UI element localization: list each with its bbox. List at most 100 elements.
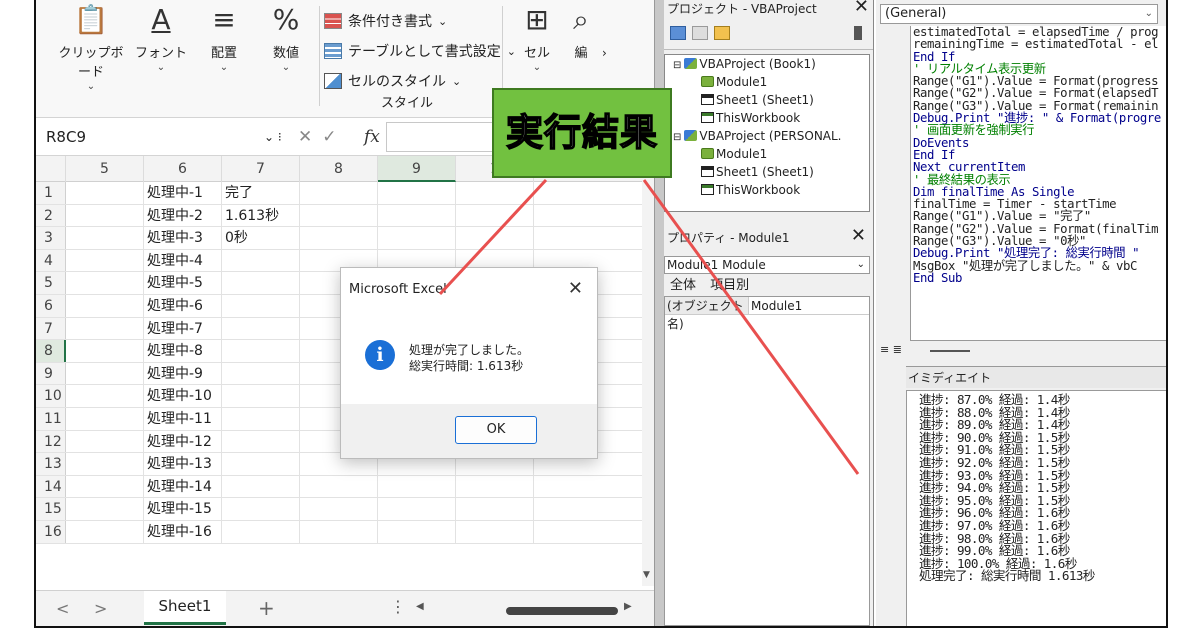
cell[interactable] xyxy=(66,475,144,498)
cell[interactable] xyxy=(66,249,144,272)
toolbar-scroll-icon[interactable] xyxy=(854,26,862,40)
cell[interactable] xyxy=(456,520,534,543)
row-header[interactable]: 6 xyxy=(36,294,66,317)
row-header[interactable]: 4 xyxy=(36,249,66,272)
cell-label[interactable]: 処理中-12 xyxy=(144,430,222,453)
view-object-icon[interactable] xyxy=(692,26,708,40)
row-header[interactable]: 2 xyxy=(36,204,66,227)
cell[interactable] xyxy=(534,498,644,520)
tree-node[interactable]: ThisWorkbook xyxy=(665,109,869,127)
object-select[interactable]: (General) ⌄ xyxy=(880,4,1158,24)
ribbon-more-icon[interactable]: › xyxy=(602,46,607,60)
immediate-window[interactable]: 進捗: 87.0% 経過: 1.4秒 進捗: 88.0% 経過: 1.4秒 進捗: … xyxy=(906,390,1166,626)
cell[interactable] xyxy=(66,340,144,362)
horizontal-scroll-thumb[interactable] xyxy=(930,350,970,352)
cell-value[interactable] xyxy=(222,453,300,475)
tab-alphabetic[interactable]: 全体 xyxy=(664,278,702,293)
cell[interactable] xyxy=(378,520,456,543)
cell[interactable] xyxy=(300,498,378,520)
cell[interactable] xyxy=(378,475,456,498)
tree-node[interactable]: ⊟ VBAProject (PERSONAL. xyxy=(665,127,869,145)
cell-value[interactable] xyxy=(222,340,300,362)
close-icon[interactable]: ✕ xyxy=(568,278,583,299)
add-sheet-button[interactable]: + xyxy=(258,596,275,620)
cell-value[interactable] xyxy=(222,249,300,272)
cell[interactable] xyxy=(456,227,534,249)
tree-node[interactable]: Module1 xyxy=(665,145,869,163)
cell[interactable] xyxy=(534,182,644,204)
row-header[interactable]: 10 xyxy=(36,385,66,407)
cell[interactable] xyxy=(300,227,378,249)
cell[interactable] xyxy=(456,204,534,227)
procedure-view-icon[interactable]: ≡ ≣ xyxy=(880,343,902,356)
cell-value[interactable] xyxy=(222,317,300,340)
cell-label[interactable]: 処理中-8 xyxy=(144,340,222,362)
row-header[interactable]: 9 xyxy=(36,362,66,385)
cell[interactable] xyxy=(534,475,644,498)
cell[interactable] xyxy=(66,385,144,407)
cell[interactable] xyxy=(66,453,144,475)
cell[interactable] xyxy=(300,204,378,227)
select-all-corner[interactable] xyxy=(36,156,66,182)
cell-value[interactable] xyxy=(222,294,300,317)
cell-value[interactable] xyxy=(222,430,300,453)
cell[interactable] xyxy=(66,182,144,204)
tree-node[interactable]: Sheet1 (Sheet1) xyxy=(665,163,869,181)
cell-value[interactable]: 1.613秒 xyxy=(222,204,300,227)
cell[interactable] xyxy=(300,520,378,543)
scroll-left-icon[interactable]: ◀ xyxy=(416,601,424,612)
function-icon[interactable]: fx xyxy=(364,124,380,150)
cell-label[interactable]: 処理中-5 xyxy=(144,272,222,294)
tab-categorized[interactable]: 項目別 xyxy=(706,278,753,293)
formula-cancel-confirm-icons[interactable]: ✕✓ xyxy=(298,124,347,150)
row-header[interactable]: 8 xyxy=(36,340,66,362)
cell-label[interactable]: 処理中-4 xyxy=(144,249,222,272)
column-header[interactable]: 7 xyxy=(222,156,300,182)
chevron-down-icon[interactable]: ⌄ ⁝ xyxy=(264,124,282,150)
cell-label[interactable]: 処理中-6 xyxy=(144,294,222,317)
cell[interactable] xyxy=(456,475,534,498)
row-header[interactable]: 15 xyxy=(36,498,66,520)
collapse-icon[interactable]: ⊟ xyxy=(673,60,681,71)
cell[interactable] xyxy=(534,520,644,543)
cell-label[interactable]: 処理中-2 xyxy=(144,204,222,227)
cell[interactable] xyxy=(66,227,144,249)
cell[interactable] xyxy=(66,317,144,340)
cell[interactable] xyxy=(378,498,456,520)
cell-label[interactable]: 処理中-7 xyxy=(144,317,222,340)
cell[interactable] xyxy=(66,520,144,543)
edit-group[interactable]: ⌕ 編 xyxy=(566,0,596,100)
scroll-right-icon[interactable]: ▶ xyxy=(624,601,632,612)
cell-value[interactable] xyxy=(222,362,300,385)
cell-value[interactable] xyxy=(222,498,300,520)
cell-label[interactable]: 処理中-1 xyxy=(144,182,222,204)
cell[interactable] xyxy=(66,407,144,430)
cell-label[interactable]: 処理中-3 xyxy=(144,227,222,249)
cell-label[interactable]: 処理中-10 xyxy=(144,385,222,407)
clipboard-group[interactable]: 📋 クリップボード ⌄ xyxy=(56,0,126,100)
ok-button[interactable]: OK xyxy=(455,416,537,444)
name-box[interactable]: R8C9 xyxy=(42,124,282,150)
cell[interactable] xyxy=(534,204,644,227)
sheet-tab-sheet1[interactable]: Sheet1 xyxy=(144,591,226,625)
horizontal-scroll-thumb[interactable] xyxy=(506,607,618,615)
cell[interactable] xyxy=(456,182,534,204)
cell[interactable] xyxy=(66,430,144,453)
cell-value[interactable]: 完了 xyxy=(222,182,300,204)
row-header[interactable]: 14 xyxy=(36,475,66,498)
row-header[interactable]: 12 xyxy=(36,430,66,453)
column-header-selected[interactable]: 9 xyxy=(378,156,456,182)
cell[interactable] xyxy=(66,498,144,520)
code-editor[interactable]: estimatedTotal = elapsedTime / prog remai… xyxy=(910,26,1166,340)
cell[interactable] xyxy=(66,204,144,227)
row-header[interactable]: 5 xyxy=(36,272,66,294)
vertical-scrollbar[interactable]: ▼ xyxy=(642,156,654,586)
sheet-next-icon[interactable]: > xyxy=(94,599,107,618)
properties-object-select[interactable]: Module1 Module ⌄ xyxy=(664,256,870,274)
view-code-icon[interactable] xyxy=(670,26,686,40)
row-header[interactable]: 3 xyxy=(36,227,66,249)
cell-label[interactable]: 処理中-14 xyxy=(144,475,222,498)
cell[interactable] xyxy=(378,204,456,227)
number-group[interactable]: % 数値 ⌄ xyxy=(258,0,314,100)
row-header[interactable]: 16 xyxy=(36,520,66,543)
